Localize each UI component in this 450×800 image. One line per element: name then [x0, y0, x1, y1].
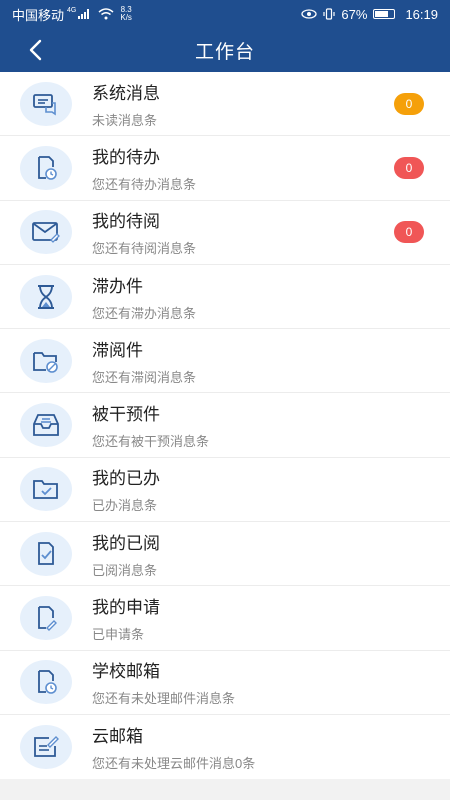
message-icon [33, 93, 56, 116]
icon-circle [20, 145, 72, 190]
list-item-my-applications[interactable]: 我的申请 已申请条 [0, 586, 450, 651]
speed-unit: K/s [120, 13, 132, 22]
item-title: 云邮箱 [92, 727, 143, 747]
network-type: 4G [67, 7, 77, 14]
count-badge: 0 [394, 156, 424, 179]
item-subtitle: 您还有待办消息条 [92, 176, 197, 192]
icon-circle [20, 660, 72, 705]
list-item-overdue-reading[interactable]: 滞阅件 您还有滞阅消息条 [0, 329, 450, 394]
list-item-cloud-mailbox[interactable]: 云邮箱 您还有未处理云邮件消息0条 [0, 715, 450, 779]
carrier-name: 中国移动 [12, 7, 65, 23]
item-subtitle: 您还有滞办消息条 [92, 305, 197, 321]
item-subtitle: 您还有被干预消息条 [92, 434, 210, 450]
count-badge: 0 [394, 92, 424, 115]
clock: 16:19 [405, 6, 438, 22]
page-title: 工作台 [194, 41, 255, 63]
folder-clock-icon [33, 351, 58, 373]
item-title: 我的已办 [92, 469, 160, 489]
icon-circle [20, 725, 72, 770]
document-clock-icon [38, 156, 57, 180]
icon-circle [20, 81, 72, 126]
item-title: 我的待阅 [92, 212, 160, 232]
item-subtitle: 已办消息条 [92, 498, 158, 514]
document-clock-icon [38, 670, 57, 695]
list-item-system-messages[interactable]: 系统消息 未读消息条 0 [0, 72, 450, 137]
status-right: 67% 16:19 [301, 7, 438, 22]
edit-box-icon [34, 736, 59, 758]
item-title: 被干预件 [92, 405, 160, 425]
icon-circle [20, 467, 72, 512]
icon-circle [20, 403, 72, 448]
icon-circle [20, 210, 72, 255]
document-check-icon [38, 541, 54, 565]
list-item-my-read[interactable]: 我的已阅 已阅消息条 [0, 522, 450, 587]
icon-circle [20, 531, 72, 576]
icon-circle [20, 338, 72, 383]
workbench-list: 系统消息 未读消息条 0 我的待办 您还有待办消息条 0 我的待阅 您还有待阅消… [0, 72, 450, 780]
battery-percent: 67% [341, 6, 368, 22]
item-subtitle: 您还有滞阅消息条 [92, 369, 197, 385]
icon-circle [20, 274, 72, 319]
folder-check-icon [33, 480, 58, 500]
app-bar: 工作台 [0, 28, 450, 72]
eye-icon [301, 9, 318, 19]
hourglass-icon [38, 284, 54, 309]
list-item-my-to-read[interactable]: 我的待阅 您还有待阅消息条 0 [0, 201, 450, 265]
item-title: 系统消息 [92, 83, 160, 103]
item-subtitle: 未读消息条 [92, 112, 158, 128]
status-bar: 中国移动 4G 8.3 K/s 67% 16:19 [0, 0, 450, 28]
wifi-icon [98, 8, 114, 20]
back-arrow-icon[interactable] [22, 36, 50, 64]
item-title: 滞办件 [92, 276, 143, 296]
list-item-intervened[interactable]: 被干预件 您还有被干预消息条 [0, 393, 450, 458]
item-subtitle: 您还有待阅消息条 [92, 241, 197, 257]
battery-icon [373, 9, 396, 19]
item-subtitle: 已阅消息条 [92, 562, 158, 578]
item-subtitle: 您还有未处理云邮件消息0条 [92, 756, 256, 772]
list-item-my-todo[interactable]: 我的待办 您还有待办消息条 0 [0, 136, 450, 201]
icon-circle [20, 596, 72, 641]
item-title: 我的申请 [92, 598, 160, 618]
footer-spacer [0, 779, 450, 800]
count-badge: 0 [394, 221, 424, 244]
mail-edit-icon [32, 222, 60, 244]
signal-icon [78, 9, 90, 19]
item-title: 我的已阅 [92, 533, 160, 553]
item-title: 滞阅件 [92, 340, 143, 360]
item-subtitle: 您还有未处理邮件消息条 [92, 691, 236, 707]
item-title: 我的待办 [92, 147, 160, 167]
item-subtitle: 已申请条 [92, 627, 145, 643]
inbox-icon [33, 414, 59, 437]
list-item-school-mailbox[interactable]: 学校邮箱 您还有未处理邮件消息条 [0, 651, 450, 715]
list-item-overdue-pending[interactable]: 滞办件 您还有滞办消息条 [0, 265, 450, 330]
network-speed: 8.3 K/s [120, 6, 132, 22]
document-edit-icon [38, 606, 57, 632]
item-title: 学校邮箱 [92, 662, 160, 682]
list-item-my-done[interactable]: 我的已办 已办消息条 [0, 458, 450, 523]
vibrate-icon [323, 8, 336, 20]
